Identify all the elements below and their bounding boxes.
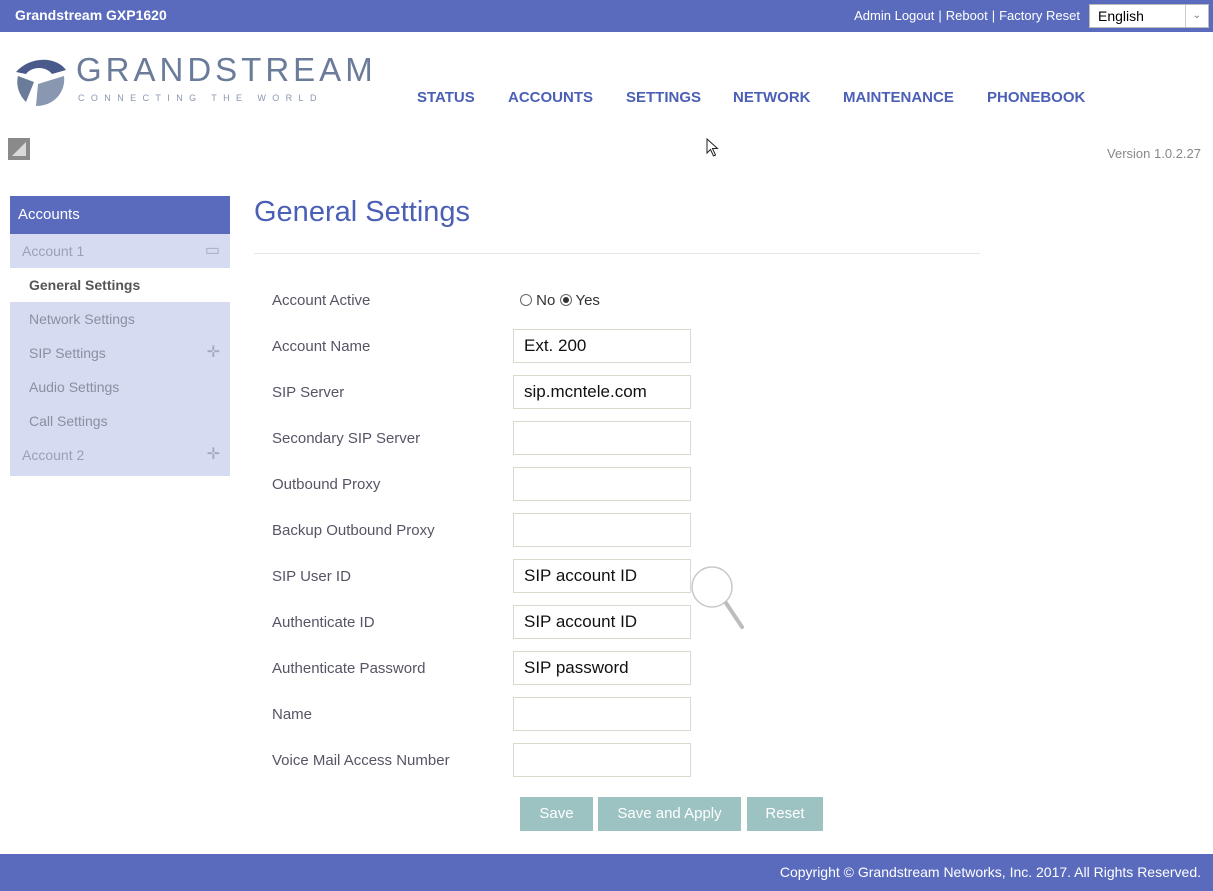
name-input[interactable]: [513, 697, 691, 731]
authenticate-id-label: Authenticate ID: [272, 614, 375, 631]
sidebar: Accounts Account 1 ▭ General Settings Ne…: [10, 196, 230, 476]
secondary-sip-server-label: Secondary SIP Server: [272, 430, 421, 447]
top-bar: Grandstream GXP1620 Admin Logout | Reboot |…: [0, 0, 1213, 32]
outbound-proxy-input[interactable]: [513, 467, 691, 501]
sip-server-input[interactable]: [513, 375, 691, 409]
copyright-text: Copyright © Grandstream Networks, Inc. 2…: [779, 864, 1201, 880]
handset-icon: [8, 138, 30, 160]
voice-mail-input[interactable]: [513, 743, 691, 777]
sidebar-item-label: Account 1: [22, 243, 85, 259]
reset-button[interactable]: Reset: [747, 797, 823, 831]
account-name-input[interactable]: [513, 329, 691, 363]
collapse-icon[interactable]: ▭: [205, 234, 220, 268]
factory-reset-link[interactable]: Factory Reset: [999, 8, 1080, 23]
sidebar-item-sip-settings[interactable]: SIP Settings ✛: [10, 336, 230, 370]
logo-tagline: CONNECTING THE WORLD: [78, 93, 323, 103]
phone-icon: [8, 138, 30, 160]
outbound-proxy-label: Outbound Proxy: [272, 476, 381, 493]
magnifier-icon: [691, 566, 744, 629]
language-value: English: [1098, 8, 1144, 24]
sip-server-label: SIP Server: [272, 384, 345, 401]
grandstream-logo: GRANDSTREAM CONNECTING THE WORLD: [12, 51, 392, 112]
mouse-cursor-icon: [706, 138, 719, 157]
expand-plus-icon[interactable]: ✛: [207, 336, 220, 370]
nav-network[interactable]: NETWORK: [733, 89, 811, 106]
account-name-label: Account Name: [272, 338, 371, 355]
account-active-label: Account Active: [272, 292, 371, 309]
radio-yes-label: Yes: [575, 292, 600, 309]
sidebar-item-call-settings[interactable]: Call Settings: [10, 404, 230, 438]
language-select[interactable]: English ⌄: [1089, 4, 1209, 28]
authenticate-id-input[interactable]: [513, 605, 691, 639]
save-and-apply-button[interactable]: Save and Apply: [598, 797, 741, 831]
nav-accounts[interactable]: ACCOUNTS: [508, 89, 593, 106]
footer: Copyright © Grandstream Networks, Inc. 2…: [0, 854, 1213, 891]
sidebar-item-label: SIP Settings: [29, 345, 106, 361]
nav-settings[interactable]: SETTINGS: [626, 89, 701, 106]
title-divider: [254, 253, 980, 254]
sip-user-id-input[interactable]: [513, 559, 691, 593]
name-label: Name: [272, 706, 313, 723]
nav-maintenance[interactable]: MAINTENANCE: [843, 89, 954, 106]
page-title: General Settings: [254, 196, 471, 228]
admin-logout-link[interactable]: Admin Logout: [854, 8, 934, 23]
authenticate-password-input[interactable]: [513, 651, 691, 685]
firmware-version: Version 1.0.2.27: [1107, 146, 1201, 161]
radio-yes[interactable]: [559, 294, 572, 306]
top-links: Admin Logout | Reboot | Factory Reset: [854, 8, 1080, 23]
link-separator: |: [991, 8, 996, 23]
sip-user-id-label: SIP User ID: [272, 568, 351, 585]
authenticate-password-label: Authenticate Password: [272, 660, 426, 677]
expand-plus-icon[interactable]: ✛: [207, 438, 220, 472]
sidebar-item-account1[interactable]: Account 1 ▭: [10, 234, 230, 268]
nav-phonebook[interactable]: PHONEBOOK: [987, 89, 1085, 106]
save-button[interactable]: Save: [520, 797, 593, 831]
sidebar-header[interactable]: Accounts: [10, 196, 230, 234]
sidebar-menu: Account 1 ▭ General Settings Network Set…: [10, 234, 230, 476]
account-active-radio-group: No Yes: [520, 292, 600, 309]
link-separator: |: [938, 8, 942, 23]
sidebar-item-label: Account 2: [22, 447, 85, 463]
sidebar-item-audio-settings[interactable]: Audio Settings: [10, 370, 230, 404]
radio-no-label: No: [536, 292, 556, 309]
sidebar-item-account2[interactable]: Account 2 ✛: [10, 438, 230, 472]
reboot-link[interactable]: Reboot: [946, 8, 988, 23]
radio-no[interactable]: [520, 294, 532, 306]
backup-outbound-proxy-label: Backup Outbound Proxy: [272, 522, 435, 539]
secondary-sip-server-input[interactable]: [513, 421, 691, 455]
voice-mail-label: Voice Mail Access Number: [272, 752, 450, 769]
logo-mark-icon: [16, 59, 66, 106]
backup-outbound-proxy-input[interactable]: [513, 513, 691, 547]
nav-status[interactable]: STATUS: [417, 89, 475, 106]
chevron-down-icon: ⌄: [1185, 5, 1208, 27]
device-model: Grandstream GXP1620: [15, 7, 167, 23]
logo-wordmark: GRANDSTREAM: [76, 51, 377, 88]
sidebar-item-network-settings[interactable]: Network Settings: [10, 302, 230, 336]
sidebar-item-general-settings[interactable]: General Settings: [10, 268, 230, 302]
